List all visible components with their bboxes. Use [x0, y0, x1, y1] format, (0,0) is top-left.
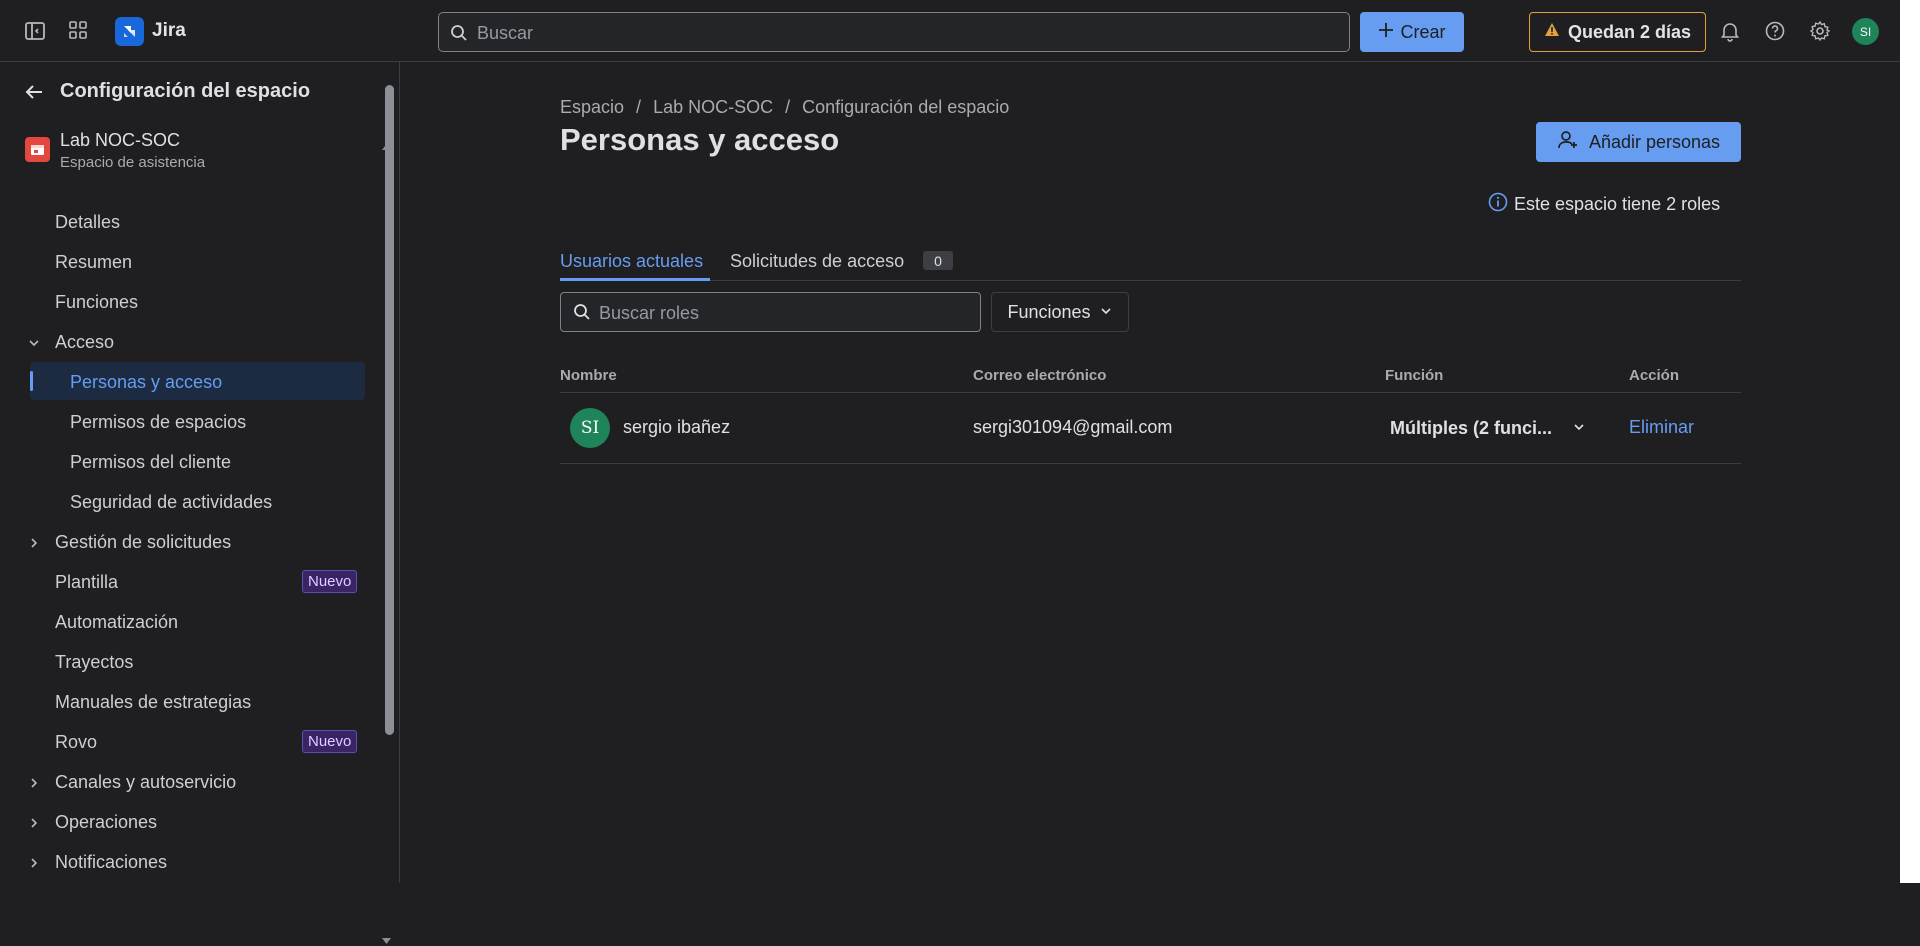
active-tab-underline: [560, 278, 710, 281]
add-person-icon: [1557, 129, 1579, 156]
breadcrumb-separator: /: [636, 97, 642, 117]
breadcrumb-project[interactable]: Lab NOC-SOC: [653, 97, 773, 118]
app-name[interactable]: Jira: [152, 20, 186, 42]
user-avatar[interactable]: SI: [1852, 18, 1879, 45]
breadcrumb-separator: /: [785, 97, 791, 117]
sidebar-item-rovo[interactable]: Rovo: [55, 723, 97, 761]
roles-info: Este espacio tiene 2 roles: [1488, 192, 1720, 217]
window-edge: [1900, 0, 1920, 883]
sidebar-item-funciones[interactable]: Funciones: [55, 283, 138, 321]
top-navigation-bar: Jira Buscar Crear Quedan 2 días SI: [0, 0, 1900, 62]
global-search-input[interactable]: Buscar: [438, 12, 1350, 52]
chevron-down-icon: [1099, 302, 1113, 323]
jira-logo-icon[interactable]: [115, 17, 144, 46]
sidebar-item-detalles[interactable]: Detalles: [55, 203, 120, 241]
sidebar-item-trayectos[interactable]: Trayectos: [55, 643, 133, 681]
column-header-email[interactable]: Correo electrónico: [973, 367, 1106, 384]
user-email: sergi301094@gmail.com: [973, 417, 1173, 437]
add-people-button[interactable]: Añadir personas: [1536, 122, 1741, 162]
sidebar-item-automatizacion[interactable]: Automatización: [55, 603, 178, 641]
project-name: Lab NOC-SOC: [60, 130, 181, 150]
tab-solicitudes-de-acceso[interactable]: Solicitudes de acceso: [730, 251, 904, 272]
help-icon[interactable]: [1759, 15, 1791, 47]
role-select-value: Múltiples (2 funci...: [1390, 417, 1553, 438]
chevron-right-icon[interactable]: [27, 816, 41, 830]
plus-icon: [1378, 22, 1394, 43]
avatar: SI: [570, 408, 610, 448]
sidebar-scrollbar-thumb[interactable]: [385, 85, 394, 735]
chevron-down-icon: [1572, 418, 1586, 439]
sidebar-item-personas-y-acceso[interactable]: Personas y acceso: [70, 363, 222, 401]
chevron-right-icon[interactable]: [27, 856, 41, 870]
project-icon: [25, 137, 50, 162]
info-icon: [1488, 192, 1508, 217]
main-content: Espacio / Lab NOC-SOC / Configuración de…: [400, 62, 1900, 883]
chevron-right-icon[interactable]: [27, 776, 41, 790]
trial-days-button[interactable]: Quedan 2 días: [1529, 12, 1706, 52]
search-icon: [573, 303, 591, 326]
sidebar-item-plantilla[interactable]: Plantilla: [55, 563, 118, 601]
access-requests-count-badge: 0: [923, 251, 953, 270]
column-header-name[interactable]: Nombre: [560, 367, 617, 384]
add-people-label: Añadir personas: [1588, 131, 1721, 152]
sidebar-item-permisos-del-cliente[interactable]: Permisos del cliente: [70, 443, 231, 481]
sidebar-title: Configuración del espacio: [60, 80, 311, 102]
back-arrow-icon[interactable]: [22, 80, 46, 109]
sidebar-item-permisos-de-espacios[interactable]: Permisos de espacios: [70, 403, 246, 441]
breadcrumb: Espacio / Lab NOC-SOC / Configuración de…: [560, 97, 1009, 118]
search-icon: [450, 24, 468, 47]
sidebar-item-canales-y-autoservicio[interactable]: Canales y autoservicio: [55, 763, 236, 801]
tabs-divider: [560, 280, 1741, 281]
app-switcher-icon[interactable]: [63, 15, 95, 47]
sidebar-item-notificaciones[interactable]: Notificaciones: [55, 843, 167, 881]
search-placeholder: Buscar: [477, 23, 534, 43]
notifications-bell-icon[interactable]: [1714, 15, 1746, 47]
settings-gear-icon[interactable]: [1804, 15, 1836, 47]
space-settings-sidebar: Configuración del espacio Lab NOC-SOC Es…: [0, 62, 400, 944]
user-name: sergio ibañez: [623, 417, 731, 437]
sidebar-item-resumen[interactable]: Resumen: [55, 243, 132, 281]
sidebar-toggle-icon[interactable]: [19, 15, 51, 47]
remove-user-link[interactable]: Eliminar: [1629, 417, 1694, 438]
role-search-placeholder: Buscar roles: [599, 303, 700, 323]
role-select-dropdown[interactable]: Múltiples (2 funci...: [1390, 410, 1600, 446]
create-button[interactable]: Crear: [1360, 12, 1464, 52]
chevron-down-icon[interactable]: [27, 336, 41, 350]
column-header-action: Acción: [1629, 367, 1680, 384]
column-header-function[interactable]: Función: [1385, 367, 1443, 384]
breadcrumb-espacio[interactable]: Espacio: [560, 97, 624, 118]
new-badge: Nuevo: [302, 570, 358, 593]
sidebar-item-seguridad-de-actividades[interactable]: Seguridad de actividades: [70, 483, 272, 521]
create-button-label: Crear: [1400, 21, 1446, 42]
functions-filter-dropdown[interactable]: Funciones: [991, 292, 1129, 332]
roles-info-text: Este espacio tiene 2 roles: [1514, 194, 1721, 214]
functions-filter-label: Funciones: [1007, 301, 1091, 322]
warning-icon: [1544, 22, 1560, 43]
project-type: Espacio de asistencia: [60, 154, 206, 171]
sidebar-item-gestion-de-solicitudes[interactable]: Gestión de solicitudes: [55, 523, 231, 561]
sidebar-item-acceso[interactable]: Acceso: [55, 323, 114, 361]
role-search-input[interactable]: Buscar roles: [560, 292, 981, 332]
active-item-indicator: [30, 371, 33, 391]
trial-days-label: Quedan 2 días: [1567, 21, 1692, 42]
page-title: Personas y acceso: [560, 122, 840, 157]
chevron-right-icon[interactable]: [27, 536, 41, 550]
sidebar-item-manuales-de-estrategias[interactable]: Manuales de estrategias: [55, 683, 251, 721]
tab-usuarios-actuales[interactable]: Usuarios actuales: [560, 251, 703, 272]
table-header-divider: [560, 392, 1741, 393]
table-row-divider: [560, 463, 1741, 464]
new-badge: Nuevo: [302, 730, 358, 753]
sidebar-item-operaciones[interactable]: Operaciones: [55, 803, 157, 841]
breadcrumb-settings[interactable]: Configuración del espacio: [802, 97, 1009, 118]
